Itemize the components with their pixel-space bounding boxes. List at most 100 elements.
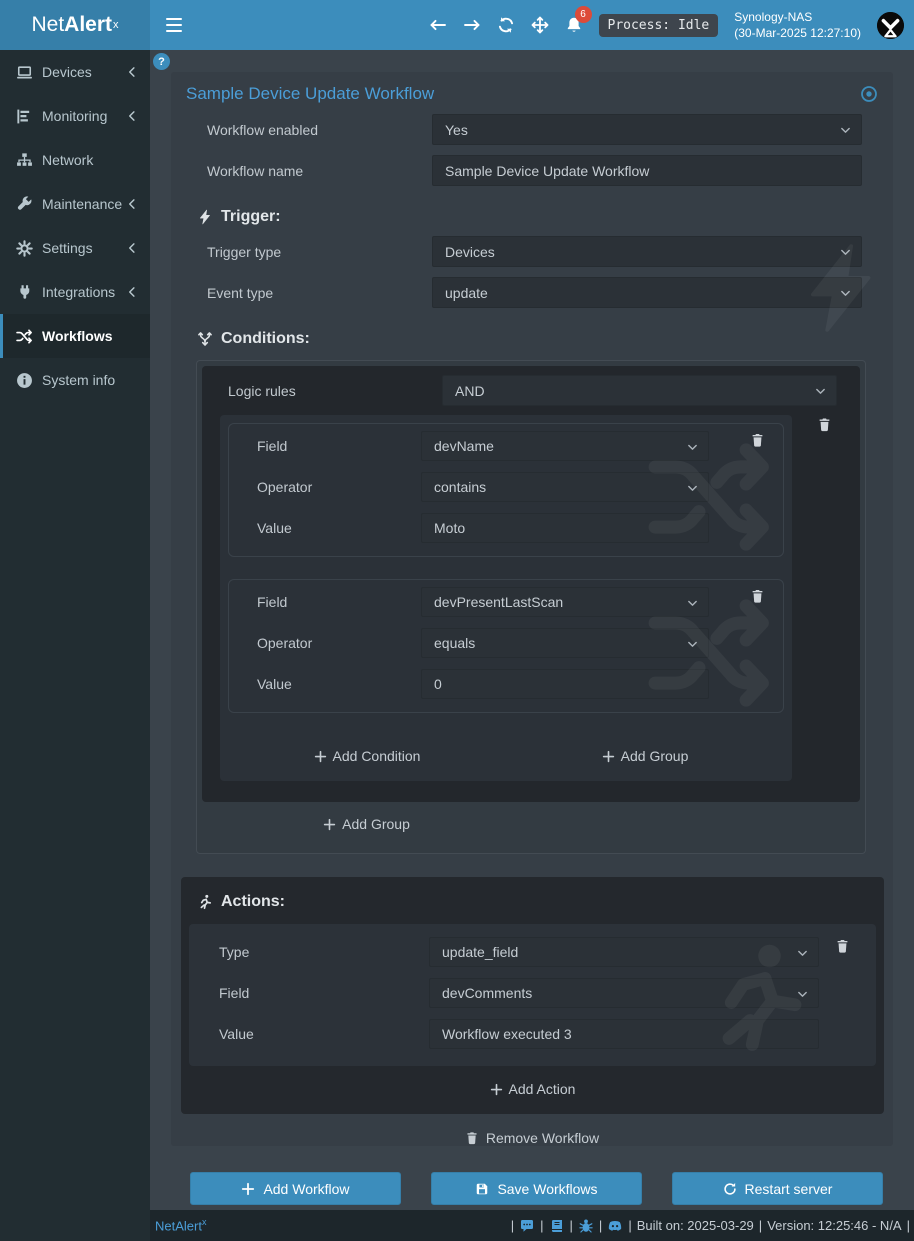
delete-group-icon[interactable]	[817, 416, 832, 433]
nav-back-icon[interactable]	[429, 16, 447, 34]
condition-operator-select[interactable]: contains	[421, 472, 709, 502]
help-icon[interactable]: ?	[153, 53, 170, 70]
plus-icon	[323, 818, 336, 831]
add-action-row: Add Action	[189, 1066, 876, 1114]
footer-brand[interactable]: NetAlertx	[155, 1217, 206, 1233]
value-label: Value	[189, 1026, 429, 1042]
nav-refresh-icon[interactable]	[497, 16, 515, 34]
action-type-select[interactable]: update_field	[429, 937, 819, 967]
add-group-inner-button[interactable]: Add Group	[602, 748, 689, 764]
delete-action-icon[interactable]	[835, 937, 850, 955]
logic-rules-label: Logic rules	[202, 383, 442, 399]
workflow-enabled-select[interactable]: Yes	[432, 114, 862, 145]
chevron-down-icon	[796, 947, 809, 960]
condition-card: Field devPresentLastScan Operator equals	[228, 579, 784, 713]
footer-version: Version: 12:25:46 - N/A	[767, 1218, 901, 1233]
workflow-name-row: Workflow name	[171, 155, 893, 186]
chevron-down-icon	[686, 441, 699, 454]
footer-separator: |	[599, 1218, 602, 1233]
save-workflows-button[interactable]: Save Workflows	[431, 1172, 642, 1205]
navbar-right: 6 Process: Idle Synology-NAS (30-Mar-202…	[429, 0, 905, 50]
sitemap-icon	[16, 152, 33, 169]
type-label: Type	[189, 944, 429, 960]
restart-server-button[interactable]: Restart server	[672, 1172, 883, 1205]
remove-workflow-button[interactable]: Remove Workflow	[465, 1130, 599, 1146]
trigger-heading-label: Trigger:	[221, 208, 281, 226]
add-workflow-button[interactable]: Add Workflow	[190, 1172, 401, 1205]
gear-icon	[16, 240, 33, 257]
sidebar-item-label: Integrations	[42, 284, 126, 300]
action-field-row: Field devComments	[189, 978, 876, 1008]
workflow-name-input[interactable]	[432, 155, 862, 186]
chart-icon	[16, 108, 33, 125]
condition-group: Logic rules AND Field	[202, 366, 860, 802]
footer-info: | | | | | Built on: 2025-03-29 | Version…	[511, 1218, 910, 1234]
top-navbar: NetAlertx 6 Process: Idle Synology-NAS (…	[0, 0, 914, 50]
logo-net: Net	[31, 13, 64, 37]
logic-rules-select[interactable]: AND	[442, 375, 837, 406]
sidebar-item-monitoring[interactable]: Monitoring	[0, 94, 150, 138]
add-group-outer-button[interactable]: Add Group	[323, 816, 410, 832]
sidebar-item-label: Settings	[42, 240, 126, 256]
plus-icon	[241, 1182, 255, 1196]
shuffle-icon	[16, 328, 33, 345]
sidebar-item-integrations[interactable]: Integrations	[0, 270, 150, 314]
sidebar-item-system-info[interactable]: System info	[0, 358, 150, 402]
user-avatar[interactable]	[877, 12, 904, 39]
actions-panel: Actions: Type update_field Field devComm…	[181, 877, 884, 1114]
trigger-type-select[interactable]: Devices	[432, 236, 862, 267]
condition-field-row: Field devPresentLastScan	[229, 587, 783, 617]
sidebar-item-label: System info	[42, 372, 150, 388]
sidebar-item-maintenance[interactable]: Maintenance	[0, 182, 150, 226]
condition-operator-select[interactable]: equals	[421, 628, 709, 658]
condition-operator-row: Operator equals	[229, 628, 783, 658]
condition-field-row: Field devName	[229, 431, 783, 461]
logic-rules-row: Logic rules AND	[202, 375, 860, 406]
sidebar-item-network[interactable]: Network	[0, 138, 150, 182]
discord-icon[interactable]	[607, 1218, 623, 1234]
condition-value-row: Value	[229, 669, 783, 699]
bug-icon[interactable]	[578, 1218, 594, 1234]
workflow-panel-header: Sample Device Update Workflow	[171, 72, 893, 104]
sidebar-item-label: Maintenance	[42, 196, 126, 212]
sidebar-item-label: Network	[42, 152, 150, 168]
footer-separator: |	[759, 1218, 762, 1233]
sidebar-toggle-button[interactable]	[161, 12, 187, 38]
delete-condition-icon[interactable]	[750, 431, 765, 449]
nav-move-icon[interactable]	[531, 16, 549, 34]
nav-forward-icon[interactable]	[463, 16, 481, 34]
bolt-icon	[197, 209, 213, 225]
plus-icon	[490, 1083, 503, 1096]
delete-condition-icon[interactable]	[750, 587, 765, 605]
chevron-down-icon	[686, 597, 699, 610]
trigger-heading: Trigger:	[171, 208, 893, 226]
chevron-down-icon	[796, 988, 809, 1001]
action-value-input[interactable]	[429, 1019, 819, 1049]
sidebar-item-devices[interactable]: Devices	[0, 50, 150, 94]
notifications-bell[interactable]: 6	[565, 16, 583, 34]
sidebar-item-settings[interactable]: Settings	[0, 226, 150, 270]
footer-separator: |	[570, 1218, 573, 1233]
action-field-select[interactable]: devComments	[429, 978, 819, 1008]
condition-value-input[interactable]	[421, 669, 709, 699]
event-type-select[interactable]: update	[432, 277, 862, 308]
add-condition-button[interactable]: Add Condition	[314, 748, 421, 764]
comment-icon[interactable]	[519, 1218, 535, 1234]
condition-field-select[interactable]: devName	[421, 431, 709, 461]
bullseye-icon[interactable]	[860, 85, 878, 103]
add-action-button[interactable]: Add Action	[490, 1081, 576, 1097]
notification-count-badge: 6	[575, 6, 592, 23]
save-workflows-label: Save Workflows	[497, 1181, 597, 1197]
docs-book-icon[interactable]	[549, 1218, 565, 1234]
condition-field-select[interactable]: devPresentLastScan	[421, 587, 709, 617]
workflow-enabled-row: Workflow enabled Yes	[171, 114, 893, 145]
condition-value-input[interactable]	[421, 513, 709, 543]
sidebar-item-workflows[interactable]: Workflows	[0, 314, 150, 358]
device-timestamp: (30-Mar-2025 12:27:10)	[734, 25, 861, 41]
value-label: Value	[229, 676, 421, 692]
app-logo[interactable]: NetAlertx	[0, 0, 150, 50]
workflow-title: Sample Device Update Workflow	[186, 84, 434, 104]
add-workflow-label: Add Workflow	[263, 1181, 349, 1197]
condition-operator-row: Operator contains	[229, 472, 783, 502]
save-icon	[475, 1182, 489, 1196]
